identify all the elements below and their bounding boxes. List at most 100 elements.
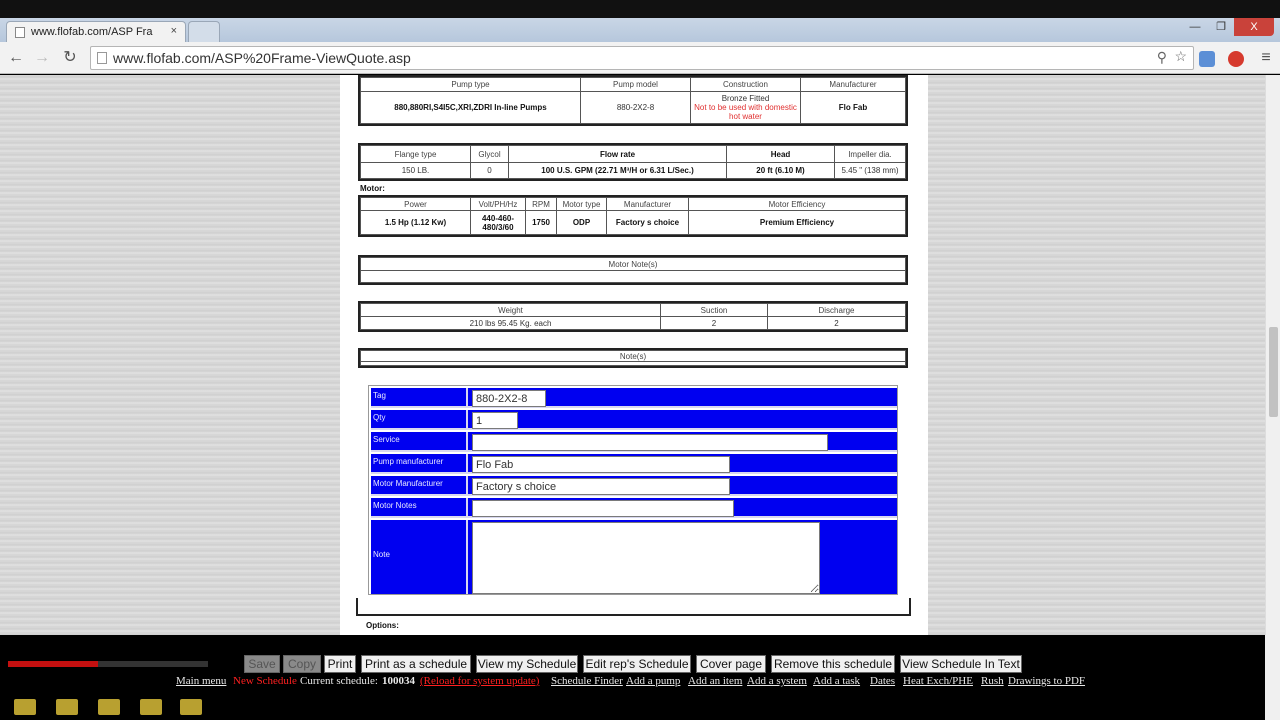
rpm-value: 1750 [525, 210, 557, 235]
minimize-button[interactable]: — [1182, 18, 1208, 36]
service-label: Service [371, 432, 468, 450]
tag-input[interactable] [472, 390, 546, 407]
motor-type-value: ODP [556, 210, 607, 235]
star-icon[interactable]: ☆ [1174, 48, 1187, 65]
pump-info-table: Pump type Pump model Construction Manufa… [358, 75, 908, 126]
main-menu-link[interactable]: Main menu [176, 675, 226, 687]
cover-page-button[interactable]: Cover page [696, 655, 766, 673]
print-button[interactable]: Print [324, 655, 356, 673]
record-icon[interactable] [98, 699, 120, 715]
menu-icon[interactable]: ≡ [1256, 48, 1276, 68]
page-scrollbar[interactable] [1265, 75, 1280, 635]
note-row: Note [371, 520, 897, 594]
tag-label: Tag [371, 388, 468, 406]
pump-manufacturer-label: Pump manufacturer [371, 454, 468, 472]
new-tab-button[interactable] [188, 21, 220, 42]
heat-exchanger-link[interactable]: Heat Exch/PHE [903, 675, 973, 687]
header-volt: Volt/PH/Hz [470, 197, 526, 211]
edit-rep-schedule-button[interactable]: Edit rep's Schedule [583, 655, 691, 673]
copy-button[interactable]: Copy [283, 655, 321, 673]
note-textarea[interactable] [472, 522, 820, 594]
window-close-button[interactable]: X [1234, 18, 1274, 36]
header-pump-model: Pump model [580, 77, 691, 92]
reload-button[interactable]: ↻ [60, 48, 80, 68]
stop-icon[interactable] [14, 699, 36, 715]
print-schedule-button[interactable]: Print as a schedule [361, 655, 471, 673]
close-icon[interactable]: × [171, 25, 177, 37]
motor-label: Motor: [360, 184, 385, 193]
view-text-button[interactable]: View Schedule In Text [900, 655, 1022, 673]
motor-manufacturer-label: Motor Manufacturer [371, 476, 468, 494]
efficiency-value: Premium Efficiency [688, 210, 906, 235]
header-motor-mfr: Manufacturer [606, 197, 689, 211]
service-input[interactable] [472, 434, 828, 451]
current-schedule-prefix: Current schedule: [300, 675, 378, 687]
weight-value: 210 lbs 95.45 Kg. each [360, 316, 661, 330]
header-efficiency: Motor Efficiency [688, 197, 906, 211]
glycol-value: 0 [470, 162, 509, 179]
adblock-icon[interactable] [1228, 51, 1244, 67]
note-label: Note [371, 520, 468, 594]
header-suction: Suction [660, 303, 768, 317]
pause-icon[interactable] [56, 699, 78, 715]
add-pump-link[interactable]: Add a pump [626, 675, 680, 687]
page-icon [97, 52, 107, 64]
tag-row: Tag [371, 388, 897, 408]
rush-link[interactable]: Rush [981, 675, 1004, 687]
header-impeller: Impeller dia. [834, 145, 906, 163]
view-schedule-button[interactable]: View my Schedule [476, 655, 578, 673]
qty-row: Qty [371, 410, 897, 430]
pump-manufacturer-input[interactable] [472, 456, 730, 473]
flange-value: 150 LB. [360, 162, 471, 179]
forward-button[interactable]: → [32, 48, 52, 68]
player-progress-bar[interactable] [8, 661, 208, 667]
browser-toolbar: ← → ↻ www.flofab.com/ASP%20Frame-ViewQuo… [0, 42, 1280, 74]
notes-table: Note(s) [358, 348, 908, 368]
new-schedule-link[interactable]: New Schedule [233, 675, 297, 687]
qty-input[interactable] [472, 412, 518, 429]
notes-value [360, 361, 906, 366]
discharge-value: 2 [767, 316, 906, 330]
drawings-pdf-link[interactable]: Drawings to PDF [1008, 675, 1085, 687]
extension-icon[interactable] [1199, 51, 1215, 67]
section-divider [356, 598, 911, 616]
header-construction: Construction [690, 77, 801, 92]
header-motor-type: Motor type [556, 197, 607, 211]
tab-active[interactable]: www.flofab.com/ASP Fra × [6, 21, 186, 42]
head-value: 20 ft (6.10 M) [726, 162, 835, 179]
impeller-value: 5.45 " (138 mm) [834, 162, 906, 179]
settings-icon[interactable] [180, 699, 202, 715]
scroll-thumb[interactable] [1269, 327, 1278, 417]
remove-schedule-button[interactable]: Remove this schedule [771, 655, 895, 673]
page-icon [15, 27, 25, 38]
dates-link[interactable]: Dates [870, 675, 895, 687]
frame-scrollbar[interactable] [1265, 635, 1280, 720]
restore-button[interactable]: ❐ [1208, 18, 1234, 36]
add-item-link[interactable]: Add an item [688, 675, 742, 687]
suction-value: 2 [660, 316, 768, 330]
manufacturer-value: Flo Fab [800, 91, 906, 124]
motor-notes-input[interactable] [472, 500, 734, 517]
motor-manufacturer-input[interactable] [472, 478, 730, 495]
schedule-finder-link[interactable]: Schedule Finder [551, 675, 623, 687]
page-viewport: Pump type Pump model Construction Manufa… [0, 75, 1265, 635]
search-icon[interactable]: ⚲ [1157, 49, 1167, 66]
header-head: Head [726, 145, 835, 163]
motor-notes-value [360, 270, 906, 283]
header-flange: Flange type [360, 145, 471, 163]
service-row: Service [371, 432, 897, 452]
back-button[interactable]: ← [6, 48, 26, 68]
screen-top-bar [0, 0, 1280, 18]
qty-label: Qty [371, 410, 468, 428]
player-progress-fill [8, 661, 98, 667]
undo-icon[interactable] [140, 699, 162, 715]
add-task-link[interactable]: Add a task [813, 675, 860, 687]
weight-table: Weight Suction Discharge 210 lbs 95.45 K… [358, 301, 908, 332]
save-button[interactable]: Save [244, 655, 280, 673]
pump-manufacturer-row: Pump manufacturer [371, 454, 897, 474]
reload-link[interactable]: (Reload for system update) [420, 675, 539, 687]
address-bar[interactable]: www.flofab.com/ASP%20Frame-ViewQuote.asp… [90, 46, 1194, 70]
header-pump-type: Pump type [360, 77, 581, 92]
motor-notes-row: Motor Notes [371, 498, 897, 518]
add-system-link[interactable]: Add a system [747, 675, 807, 687]
